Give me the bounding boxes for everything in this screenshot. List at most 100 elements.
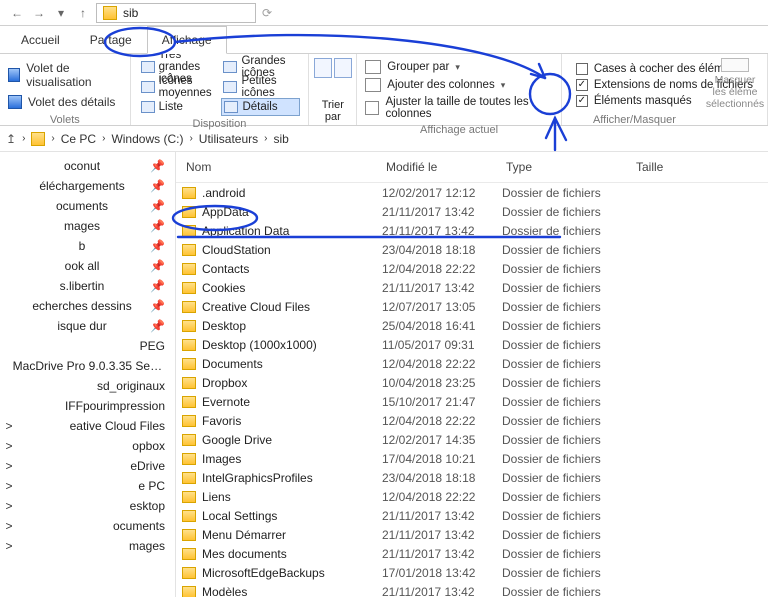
layout-option[interactable]: Grandes icônes — [221, 58, 300, 76]
file-type: Dossier de fichiers — [502, 338, 632, 352]
col-name[interactable]: Nom — [182, 158, 382, 176]
refresh-button[interactable]: ⟳ — [256, 6, 278, 20]
preview-pane-button[interactable]: Volet de visualisation — [8, 58, 122, 92]
file-type: Dossier de fichiers — [502, 300, 632, 314]
file-row[interactable]: Contacts12/04/2018 22:22Dossier de fichi… — [182, 259, 768, 278]
pin-icon: 📌 — [150, 179, 165, 193]
nav-item[interactable]: ocuments📌 — [0, 196, 175, 216]
file-type: Dossier de fichiers — [502, 357, 632, 371]
nav-item[interactable]: >e PC — [0, 476, 175, 496]
file-row[interactable]: Desktop25/04/2018 16:41Dossier de fichie… — [182, 316, 768, 335]
folder-icon — [182, 225, 196, 237]
fit-columns-button[interactable]: Ajuster la taille de toutes les colonnes — [365, 94, 553, 122]
file-row[interactable]: Modèles21/11/2017 13:42Dossier de fichie… — [182, 582, 768, 597]
nav-item[interactable]: IFFpourimpression — [0, 396, 175, 416]
layout-icon — [223, 61, 237, 73]
file-type: Dossier de fichiers — [502, 490, 632, 504]
file-row[interactable]: AppData21/11/2017 13:42Dossier de fichie… — [182, 202, 768, 221]
chevron-right-icon: > — [4, 539, 14, 553]
folder-icon — [182, 548, 196, 560]
up-button[interactable]: ↑ — [74, 4, 92, 22]
details-pane-button[interactable]: Volet des détails — [8, 92, 122, 112]
crumb-segment[interactable]: Windows (C:) — [111, 132, 183, 146]
file-row[interactable]: .android12/02/2017 12:12Dossier de fichi… — [182, 183, 768, 202]
nav-item[interactable]: éléchargements📌 — [0, 176, 175, 196]
layout-option[interactable]: Icônes moyennes — [139, 78, 218, 96]
folder-icon — [182, 396, 196, 408]
nav-item[interactable]: >eative Cloud Files — [0, 416, 175, 436]
folder-icon — [182, 358, 196, 370]
layout-option[interactable]: Très grandes icônes — [139, 58, 218, 76]
file-row[interactable]: Desktop (1000x1000)11/05/2017 09:31Dossi… — [182, 335, 768, 354]
nav-item[interactable]: b📌 — [0, 236, 175, 256]
file-row[interactable]: Creative Cloud Files12/07/2017 13:05Doss… — [182, 297, 768, 316]
crumb-segment[interactable]: sib — [274, 132, 289, 146]
file-type: Dossier de fichiers — [502, 186, 632, 200]
layout-icon — [141, 81, 155, 93]
layout-option[interactable]: Détails — [221, 98, 300, 116]
file-row[interactable]: Cookies21/11/2017 13:42Dossier de fichie… — [182, 278, 768, 297]
layout-option[interactable]: Petites icônes — [221, 78, 300, 96]
ribbon-group-volets: Volet de visualisation Volet des détails… — [0, 54, 131, 125]
sort-by-button[interactable]: Trier par — [317, 99, 348, 123]
col-modified[interactable]: Modifié le — [382, 158, 502, 176]
file-row[interactable]: Google Drive12/02/2017 14:35Dossier de f… — [182, 430, 768, 449]
navigation-pane[interactable]: oconut📌éléchargements📌ocuments📌mages📌b📌o… — [0, 152, 176, 597]
folder-icon — [182, 567, 196, 579]
recent-button[interactable]: ▾ — [52, 4, 70, 22]
file-name: Cookies — [202, 281, 245, 295]
crumb-segment[interactable]: Ce PC — [61, 132, 96, 146]
folder-icon — [182, 529, 196, 541]
file-name: Desktop (1000x1000) — [202, 338, 317, 352]
file-type: Dossier de fichiers — [502, 281, 632, 295]
file-row[interactable]: Application Data21/11/2017 13:42Dossier … — [182, 221, 768, 240]
file-row[interactable]: Dropbox10/04/2018 23:25Dossier de fichie… — [182, 373, 768, 392]
nav-item[interactable]: >ocuments — [0, 516, 175, 536]
crumb-segment[interactable]: Utilisateurs — [199, 132, 258, 146]
nav-item[interactable]: >eDrive — [0, 456, 175, 476]
nav-item[interactable]: sd_originaux — [0, 376, 175, 396]
col-type[interactable]: Type — [502, 158, 632, 176]
forward-button[interactable]: → — [30, 4, 48, 22]
file-row[interactable]: Evernote15/10/2017 21:47Dossier de fichi… — [182, 392, 768, 411]
file-row[interactable]: Menu Démarrer21/11/2017 13:42Dossier de … — [182, 525, 768, 544]
nav-item[interactable]: >opbox — [0, 436, 175, 456]
tab-affichage[interactable]: Affichage — [147, 26, 227, 54]
back-button[interactable]: ← — [8, 4, 26, 22]
file-row[interactable]: IntelGraphicsProfiles23/04/2018 18:18Dos… — [182, 468, 768, 487]
address-field[interactable]: sib — [96, 3, 256, 23]
column-headers[interactable]: Nom Modifié le Type Taille — [176, 152, 768, 183]
nav-item[interactable]: MacDrive Pro 9.0.3.35 Setup + K — [0, 356, 175, 376]
file-row[interactable]: Images17/04/2018 10:21Dossier de fichier… — [182, 449, 768, 468]
add-columns-button[interactable]: Ajouter des colonnes▾ — [365, 76, 553, 94]
chevron-right-icon: > — [4, 439, 14, 453]
file-row[interactable]: Documents12/04/2018 22:22Dossier de fich… — [182, 354, 768, 373]
file-type: Dossier de fichiers — [502, 376, 632, 390]
nav-item[interactable]: PEG — [0, 336, 175, 356]
ribbon-group-trier: Trier par — [309, 54, 357, 125]
nav-item[interactable]: >mages — [0, 536, 175, 556]
file-row[interactable]: Local Settings21/11/2017 13:42Dossier de… — [182, 506, 768, 525]
file-row[interactable]: MicrosoftEdgeBackups17/01/2018 13:42Doss… — [182, 563, 768, 582]
nav-item[interactable]: mages📌 — [0, 216, 175, 236]
file-row[interactable]: Mes documents21/11/2017 13:42Dossier de … — [182, 544, 768, 563]
nav-item[interactable]: oconut📌 — [0, 156, 175, 176]
col-size[interactable]: Taille — [632, 158, 712, 176]
file-row[interactable]: CloudStation23/04/2018 18:18Dossier de f… — [182, 240, 768, 259]
layout-option[interactable]: Liste — [139, 98, 218, 116]
file-row[interactable]: Liens12/04/2018 22:22Dossier de fichiers — [182, 487, 768, 506]
pin-icon: 📌 — [150, 199, 165, 213]
layout-icon — [223, 81, 237, 93]
file-row[interactable]: Favoris12/04/2018 22:22Dossier de fichie… — [182, 411, 768, 430]
layout-icon — [141, 61, 155, 73]
nav-item[interactable]: s.libertin📌 — [0, 276, 175, 296]
tab-accueil[interactable]: Accueil — [6, 26, 75, 53]
group-by-button[interactable]: Grouper par▾ — [365, 58, 553, 76]
nav-item[interactable]: >esktop — [0, 496, 175, 516]
sort-icon — [314, 58, 332, 78]
nav-item[interactable]: ook all📌 — [0, 256, 175, 276]
nav-item[interactable]: isque dur📌 — [0, 316, 175, 336]
tab-partage[interactable]: Partage — [75, 26, 147, 53]
nav-item[interactable]: echerches dessins📌 — [0, 296, 175, 316]
hide-selected-button[interactable]: Masquer les éléme sélectionnés — [707, 58, 763, 110]
